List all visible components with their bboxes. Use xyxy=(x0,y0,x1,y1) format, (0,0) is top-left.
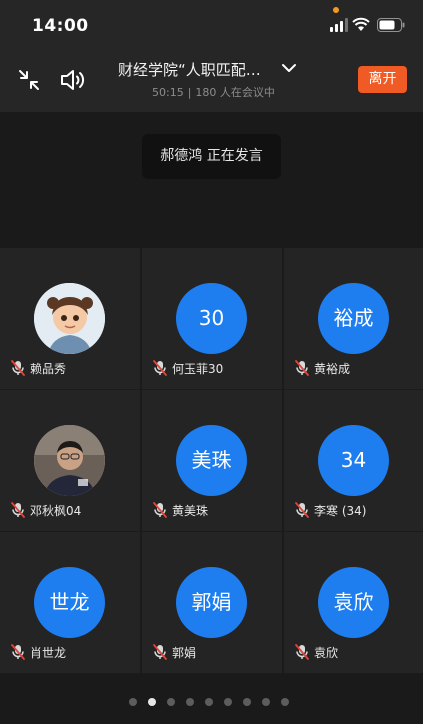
participant-tile[interactable]: 34 李寒 (34) xyxy=(284,390,423,531)
attendee-count: 180 人在会议中 xyxy=(195,86,275,99)
chevron-down-icon[interactable] xyxy=(281,62,297,74)
participant-name: 郭娟 xyxy=(172,645,197,660)
battery-icon xyxy=(377,18,405,32)
meeting-info: 50:15 | 180 人在会议中 xyxy=(152,84,275,100)
participant-grid: 赖品秀 30 何玉菲30 裕成 黄裕成 邓秋枫04 美珠 黄美珠 34 李寒 (34) 世龙 肖世龙郭… xyxy=(0,248,423,674)
wifi-icon xyxy=(352,17,370,31)
participant-name: 袁欣 xyxy=(314,645,339,660)
participant-name: 赖品秀 xyxy=(30,361,67,376)
page-dot[interactable] xyxy=(224,698,232,706)
participant-tile[interactable]: 30 何玉菲30 xyxy=(142,248,282,389)
participant-name-row: 黄裕成 xyxy=(295,359,350,377)
info-separator: | xyxy=(187,86,192,99)
mic-off-icon xyxy=(153,644,167,660)
speaker-icon[interactable] xyxy=(60,68,86,92)
participant-name-row: 肖世龙 xyxy=(11,643,66,661)
page-dot[interactable] xyxy=(262,698,270,706)
page-dot[interactable] xyxy=(129,698,137,706)
avatar xyxy=(34,425,105,496)
participant-name-row: 袁欣 xyxy=(295,643,338,661)
active-speaker-area: 郝德鸿 正在发言 xyxy=(0,112,423,248)
participant-tile[interactable]: 袁欣 袁欣 xyxy=(284,532,423,673)
participant-tile[interactable]: 邓秋枫04 xyxy=(0,390,140,531)
page-indicator xyxy=(129,698,300,706)
avatar: 34 xyxy=(318,425,389,496)
page-dot[interactable] xyxy=(281,698,289,706)
avatar-image xyxy=(34,425,105,496)
bottom-bar xyxy=(0,674,423,724)
participant-name: 何玉菲30 xyxy=(172,361,224,376)
mic-off-icon xyxy=(295,502,309,518)
avatar xyxy=(34,283,105,354)
participant-name: 邓秋枫04 xyxy=(30,503,82,518)
mic-off-icon xyxy=(11,360,25,376)
page-dot[interactable] xyxy=(205,698,213,706)
avatar: 郭娟 xyxy=(176,567,247,638)
recording-indicator-dot xyxy=(333,7,339,13)
participant-name: 肖世龙 xyxy=(30,645,67,660)
page-dot[interactable] xyxy=(243,698,251,706)
participant-tile[interactable]: 郭娟 郭娟 xyxy=(142,532,282,673)
leave-button[interactable]: 离开 xyxy=(358,66,407,93)
status-time: 14:00 xyxy=(32,16,89,36)
participant-name: 李寒 (34) xyxy=(314,503,367,518)
participant-name: 黄美珠 xyxy=(172,503,209,518)
mic-off-icon xyxy=(295,360,309,376)
participant-name-row: 黄美珠 xyxy=(153,501,208,519)
participant-name-row: 李寒 (34) xyxy=(295,501,366,519)
mic-off-icon xyxy=(295,644,309,660)
status-bar: 14:00 xyxy=(0,0,423,50)
avatar-image xyxy=(34,283,105,354)
participant-tile[interactable]: 裕成黄裕成 xyxy=(284,248,423,389)
speaking-indicator: 郝德鸿 正在发言 xyxy=(142,134,281,179)
participant-name-row: 何玉菲30 xyxy=(153,359,223,377)
meeting-title[interactable]: 财经学院“人职匹配… xyxy=(118,59,278,80)
signal-icon xyxy=(330,18,348,32)
page-dot[interactable] xyxy=(148,698,156,706)
collapse-icon[interactable] xyxy=(18,69,40,91)
avatar: 世龙 xyxy=(34,567,105,638)
avatar: 袁欣 xyxy=(318,567,389,638)
meeting-header: 财经学院“人职匹配… 50:15 | 180 人在会议中 离开 xyxy=(0,50,423,112)
meeting-duration: 50:15 xyxy=(152,86,184,99)
participant-name: 黄裕成 xyxy=(314,361,351,376)
participant-name-row: 赖品秀 xyxy=(11,359,66,377)
participant-tile[interactable]: 世龙肖世龙 xyxy=(0,532,140,673)
mic-off-icon xyxy=(11,644,25,660)
avatar: 30 xyxy=(176,283,247,354)
mic-off-icon xyxy=(153,502,167,518)
participant-name-row: 郭娟 xyxy=(153,643,196,661)
page-dot[interactable] xyxy=(186,698,194,706)
page-dot[interactable] xyxy=(167,698,175,706)
participant-tile[interactable]: 美珠黄美珠 xyxy=(142,390,282,531)
mic-off-icon xyxy=(153,360,167,376)
mic-off-icon xyxy=(11,502,25,518)
avatar: 裕成 xyxy=(318,283,389,354)
participant-tile[interactable]: 赖品秀 xyxy=(0,248,140,389)
participant-name-row: 邓秋枫04 xyxy=(11,501,81,519)
avatar: 美珠 xyxy=(176,425,247,496)
